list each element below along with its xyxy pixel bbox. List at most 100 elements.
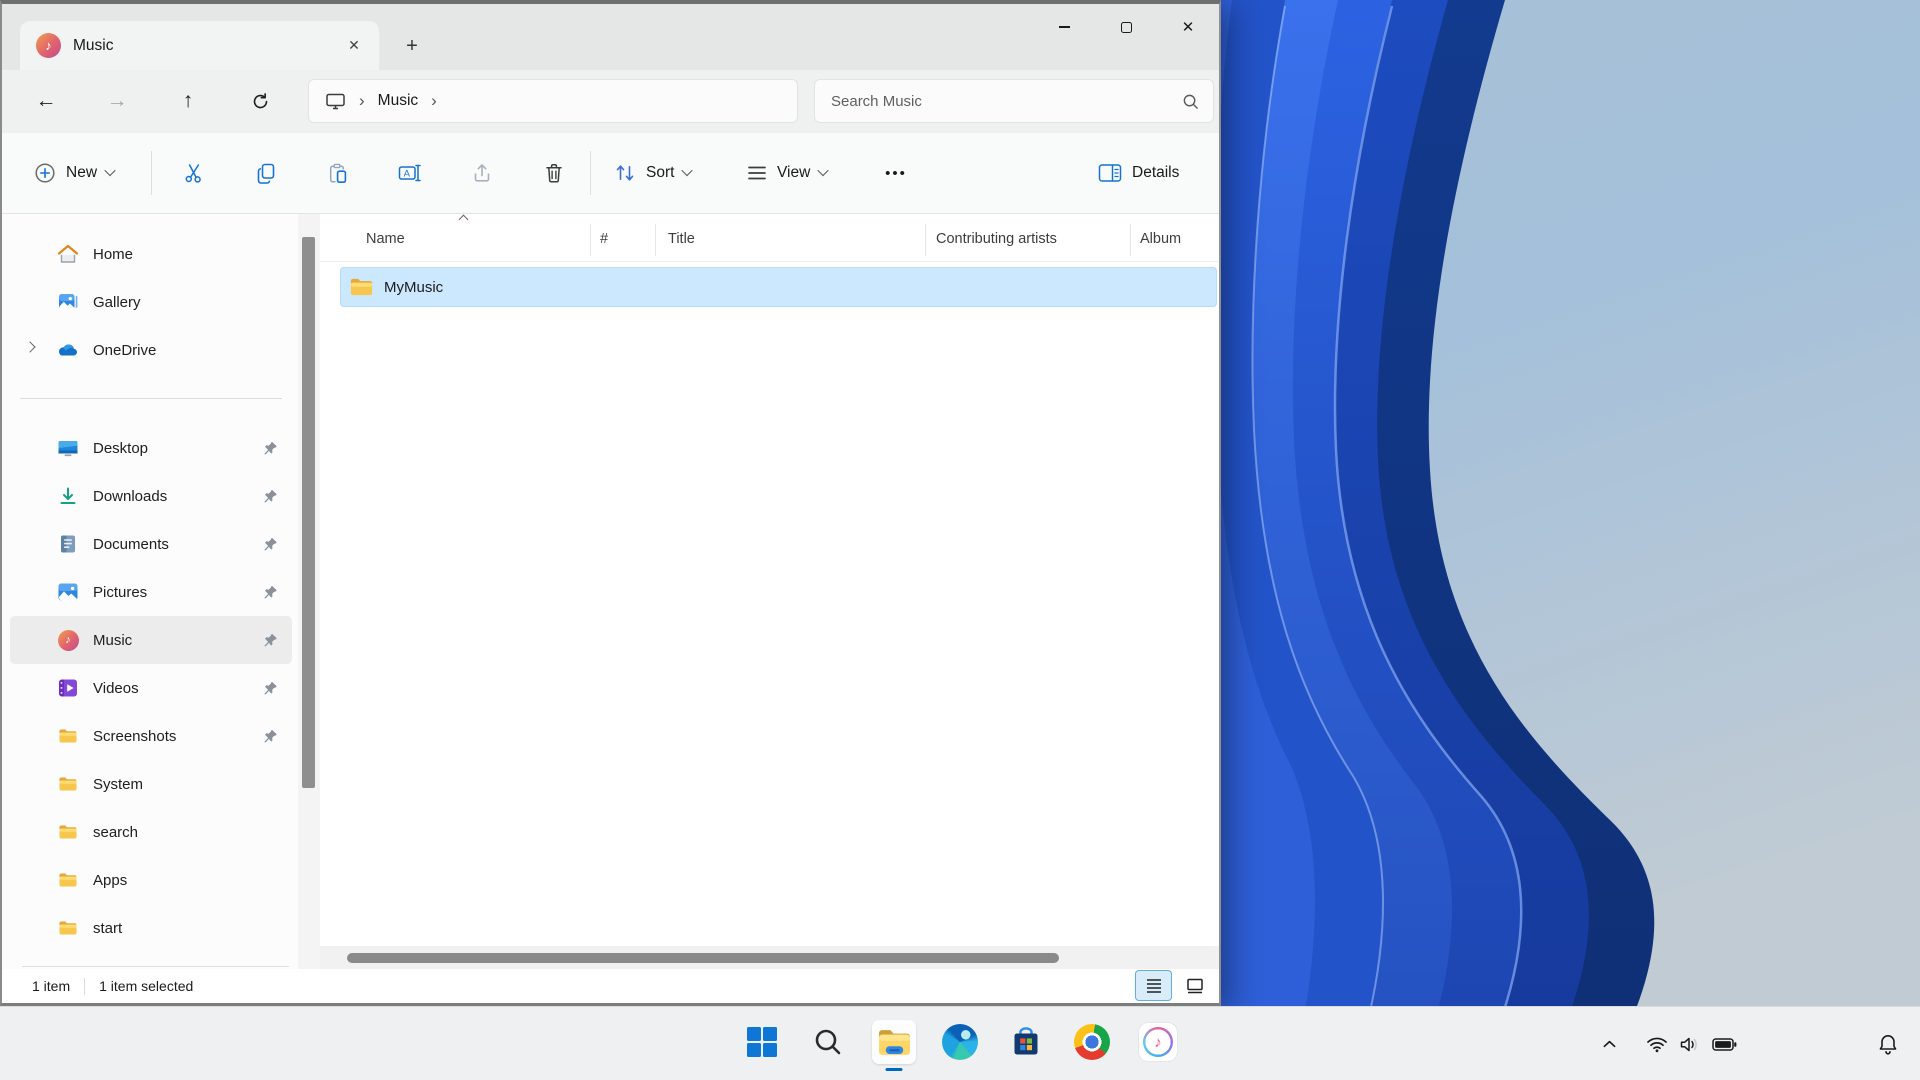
sort-button[interactable]: Sort	[606, 133, 699, 213]
cut-button[interactable]	[171, 150, 217, 196]
sidebar-item-apps[interactable]: Apps	[10, 856, 292, 904]
column-separator[interactable]	[1130, 224, 1131, 256]
folder-icon	[56, 772, 80, 796]
sidebar-item-pictures[interactable]: Pictures	[10, 568, 292, 616]
status-bar: 1 item 1 item selected	[2, 969, 1219, 1003]
chevron-down-icon	[817, 164, 829, 176]
file-row-mymusic[interactable]: MyMusic	[340, 267, 1217, 307]
sort-icon	[616, 165, 634, 181]
column-header-title[interactable]: Title	[668, 231, 695, 247]
sidebar-item-videos[interactable]: Videos	[10, 664, 292, 712]
taskbar-store-button[interactable]	[1004, 1020, 1048, 1064]
breadcrumb[interactable]: › Music ›	[308, 79, 798, 123]
details-pane-button[interactable]: Details	[1088, 133, 1193, 213]
battery-icon	[1711, 1037, 1736, 1051]
cut-icon	[185, 164, 201, 183]
refresh-icon	[253, 92, 267, 108]
new-button[interactable]: New	[26, 133, 122, 213]
network-volume-battery-group[interactable]	[1632, 1024, 1750, 1064]
breadcrumb-location[interactable]: Music	[378, 92, 418, 110]
horizontal-scrollbar[interactable]	[320, 946, 1219, 969]
start-button[interactable]	[740, 1020, 784, 1064]
column-header-album[interactable]: Album	[1140, 231, 1181, 247]
hidden-icons-button[interactable]	[1593, 1024, 1625, 1064]
folder-icon	[56, 916, 80, 940]
taskbar-edge-button[interactable]	[938, 1020, 982, 1064]
column-header-number[interactable]: #	[600, 231, 608, 247]
svg-text:A: A	[404, 169, 411, 180]
horizontal-scrollbar-thumb[interactable]	[347, 953, 1059, 963]
sidebar-item-system[interactable]: System	[10, 760, 292, 808]
music-folder-icon: ♪	[36, 33, 61, 58]
titlebar: ♪ Music ✕ + ✕	[2, 4, 1219, 70]
chevron-down-icon	[104, 164, 116, 176]
microsoft-store-icon	[1014, 1027, 1038, 1055]
chevron-right-icon[interactable]: ›	[418, 91, 450, 111]
explorer-tab-music[interactable]: ♪ Music ✕	[20, 21, 379, 70]
sidebar-item-music[interactable]: ♪ Music	[10, 616, 292, 664]
refresh-button[interactable]	[238, 79, 282, 123]
column-separator[interactable]	[590, 224, 591, 256]
forward-button[interactable]: →	[95, 79, 139, 123]
search-box[interactable]: Search Music	[814, 79, 1214, 123]
share-button[interactable]	[459, 150, 505, 196]
pin-icon	[264, 633, 278, 652]
videos-icon	[56, 676, 80, 700]
sidebar-item-home[interactable]: Home	[10, 230, 292, 278]
sidebar-item-desktop[interactable]: Desktop	[10, 424, 292, 472]
column-separator[interactable]	[655, 224, 656, 256]
view-button[interactable]: View	[739, 133, 835, 213]
column-header-row: Name # Title Contributing artists Album	[320, 214, 1219, 262]
rename-button[interactable]: A	[387, 150, 433, 196]
taskbar-chrome-button[interactable]	[1070, 1020, 1114, 1064]
sidebar-divider	[20, 398, 282, 399]
window-controls: ✕	[1033, 4, 1219, 50]
sidebar-scrollbar[interactable]	[298, 214, 320, 969]
chevron-up-icon	[1602, 1040, 1616, 1048]
back-button[interactable]: ←	[24, 79, 68, 123]
maximize-button[interactable]	[1095, 4, 1157, 50]
new-label: New	[66, 164, 98, 181]
notifications-button[interactable]	[1870, 1024, 1906, 1064]
search-icon	[815, 1029, 841, 1055]
details-view-toggle[interactable]	[1135, 970, 1172, 1001]
sidebar-item-onedrive[interactable]: OneDrive	[10, 326, 292, 374]
column-separator[interactable]	[925, 224, 926, 256]
sort-ascending-icon	[458, 214, 469, 225]
navigation-sidebar: Home Gallery OneDrive Desktop Downloads …	[2, 214, 298, 969]
volume-icon	[1680, 1037, 1697, 1051]
sidebar-item-downloads[interactable]: Downloads	[10, 472, 292, 520]
paste-button[interactable]	[315, 150, 361, 196]
command-toolbar: New A Sort View ••• Details	[2, 133, 1219, 214]
onedrive-icon	[56, 338, 80, 362]
details-label: Details	[1132, 164, 1180, 181]
delete-button[interactable]	[531, 150, 577, 196]
sidebar-scrollbar-thumb[interactable]	[302, 237, 315, 788]
sidebar-item-start[interactable]: start	[10, 904, 292, 952]
taskbar-search-button[interactable]	[806, 1020, 850, 1064]
up-button[interactable]: ↑	[166, 79, 210, 123]
chevron-right-icon: ›	[359, 91, 365, 110]
gallery-icon	[56, 290, 80, 314]
sidebar-item-screenshots[interactable]: Screenshots	[10, 712, 292, 760]
column-header-contributing-artists[interactable]: Contributing artists	[936, 231, 1057, 247]
chevron-right-icon[interactable]	[24, 341, 36, 353]
taskbar-itunes-button[interactable]: ♪	[1136, 1020, 1180, 1064]
taskbar-file-explorer-button[interactable]	[872, 1020, 916, 1064]
sidebar-item-documents[interactable]: Documents	[10, 520, 292, 568]
chevron-down-icon	[681, 164, 694, 176]
maximize-icon	[1120, 21, 1132, 33]
minimize-button[interactable]	[1033, 4, 1095, 50]
sidebar-item-gallery[interactable]: Gallery	[10, 278, 292, 326]
thumbnail-view-toggle[interactable]	[1176, 970, 1213, 1001]
pin-icon	[264, 537, 278, 556]
column-header-name[interactable]: Name	[366, 231, 405, 247]
new-tab-button[interactable]: +	[396, 30, 428, 62]
taskbar: ♪	[0, 1006, 1920, 1080]
status-divider	[84, 977, 86, 995]
tab-close-icon[interactable]: ✕	[339, 31, 369, 61]
sidebar-item-search[interactable]: search	[10, 808, 292, 856]
close-button[interactable]: ✕	[1157, 4, 1219, 50]
copy-button[interactable]	[243, 150, 289, 196]
more-options-button[interactable]: •••	[873, 150, 919, 196]
